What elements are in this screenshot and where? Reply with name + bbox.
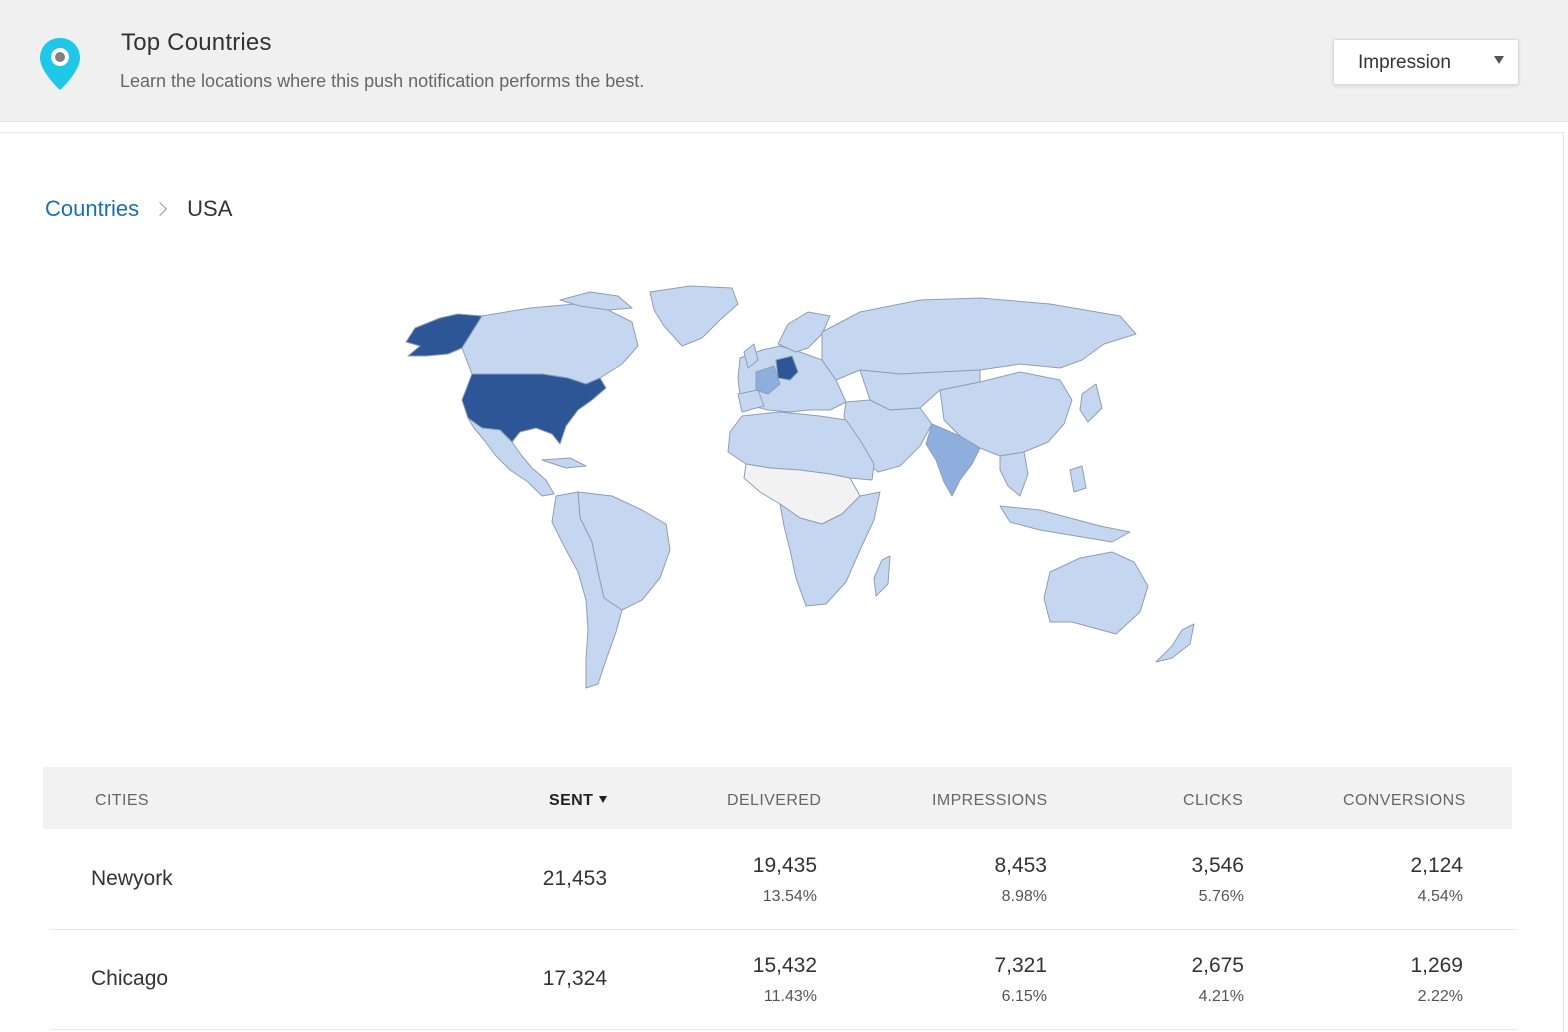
- impressions-percent: 6.15%: [1001, 988, 1047, 1005]
- map-country-japan[interactable]: [1079, 383, 1103, 423]
- breadcrumb-countries-link[interactable]: Countries: [45, 196, 139, 221]
- map-country-philippines[interactable]: [1069, 465, 1087, 493]
- clicks-percent: 5.76%: [1198, 888, 1244, 905]
- table-row[interactable]: Newyork 21,453 19,435 13.54% 8,453 8.98%…: [50, 830, 1517, 930]
- map-country-southeast-asia[interactable]: [999, 451, 1029, 497]
- clicks-value: 3,546: [1191, 854, 1244, 877]
- table-header: CITIES SENT DELIVERED IMPRESSIONS CLICKS…: [43, 767, 1512, 829]
- column-header-sent[interactable]: SENT: [549, 792, 608, 810]
- chevron-right-icon: [153, 201, 168, 217]
- metric-select[interactable]: Impression: [1333, 39, 1519, 85]
- column-header-sent-label: SENT: [549, 792, 594, 809]
- impressions-value: 7,321: [994, 954, 1047, 977]
- conversions-percent: 4.54%: [1417, 888, 1463, 905]
- sort-descending-icon: [599, 796, 608, 803]
- delivered-value: 15,432: [752, 954, 817, 977]
- column-header-cities[interactable]: CITIES: [95, 792, 149, 810]
- page-title: Top Countries: [121, 29, 272, 56]
- metric-select-value: Impression: [1358, 52, 1451, 73]
- clicks-value: 2,675: [1191, 954, 1244, 977]
- column-header-impressions[interactable]: IMPRESSIONS: [932, 792, 1048, 810]
- map-country-russia[interactable]: [821, 297, 1137, 381]
- breadcrumb: Countries USA: [45, 196, 232, 222]
- map-country-indonesia[interactable]: [999, 505, 1131, 543]
- breadcrumb-current: USA: [187, 196, 233, 221]
- delivered-percent: 13.54%: [762, 888, 817, 905]
- column-header-delivered[interactable]: DELIVERED: [727, 792, 821, 810]
- impressions-percent: 8.98%: [1001, 888, 1047, 905]
- map-country-new-zealand[interactable]: [1155, 623, 1195, 663]
- conversions-value: 2,124: [1410, 854, 1463, 877]
- table-row[interactable]: Chicago 17,324 15,432 11.43% 7,321 6.15%…: [50, 930, 1517, 1030]
- column-header-conversions[interactable]: CONVERSIONS: [1343, 792, 1466, 810]
- map-country-australia[interactable]: [1043, 551, 1149, 635]
- conversions-percent: 2.22%: [1417, 988, 1463, 1005]
- page-subtitle: Learn the locations where this push noti…: [120, 71, 645, 91]
- conversions-value: 1,269: [1410, 954, 1463, 977]
- column-header-clicks[interactable]: CLICKS: [1183, 792, 1243, 810]
- sent-value: 21,453: [542, 867, 607, 890]
- delivered-value: 19,435: [752, 854, 817, 877]
- map-island-cuba[interactable]: [541, 457, 587, 469]
- world-map[interactable]: [360, 260, 1220, 700]
- map-country-greenland[interactable]: [649, 285, 739, 347]
- clicks-percent: 4.21%: [1198, 988, 1244, 1005]
- map-country-madagascar[interactable]: [873, 555, 891, 597]
- city-name: Chicago: [91, 967, 169, 990]
- dropdown-caret-icon: [1494, 56, 1504, 64]
- city-name: Newyork: [91, 867, 173, 890]
- sent-value: 17,324: [542, 967, 607, 990]
- delivered-percent: 11.43%: [763, 988, 817, 1005]
- impressions-value: 8,453: [994, 854, 1047, 877]
- page-header: Top Countries Learn the locations where …: [0, 0, 1568, 122]
- location-pin-icon: [40, 38, 80, 90]
- map-country-canada[interactable]: [461, 303, 639, 385]
